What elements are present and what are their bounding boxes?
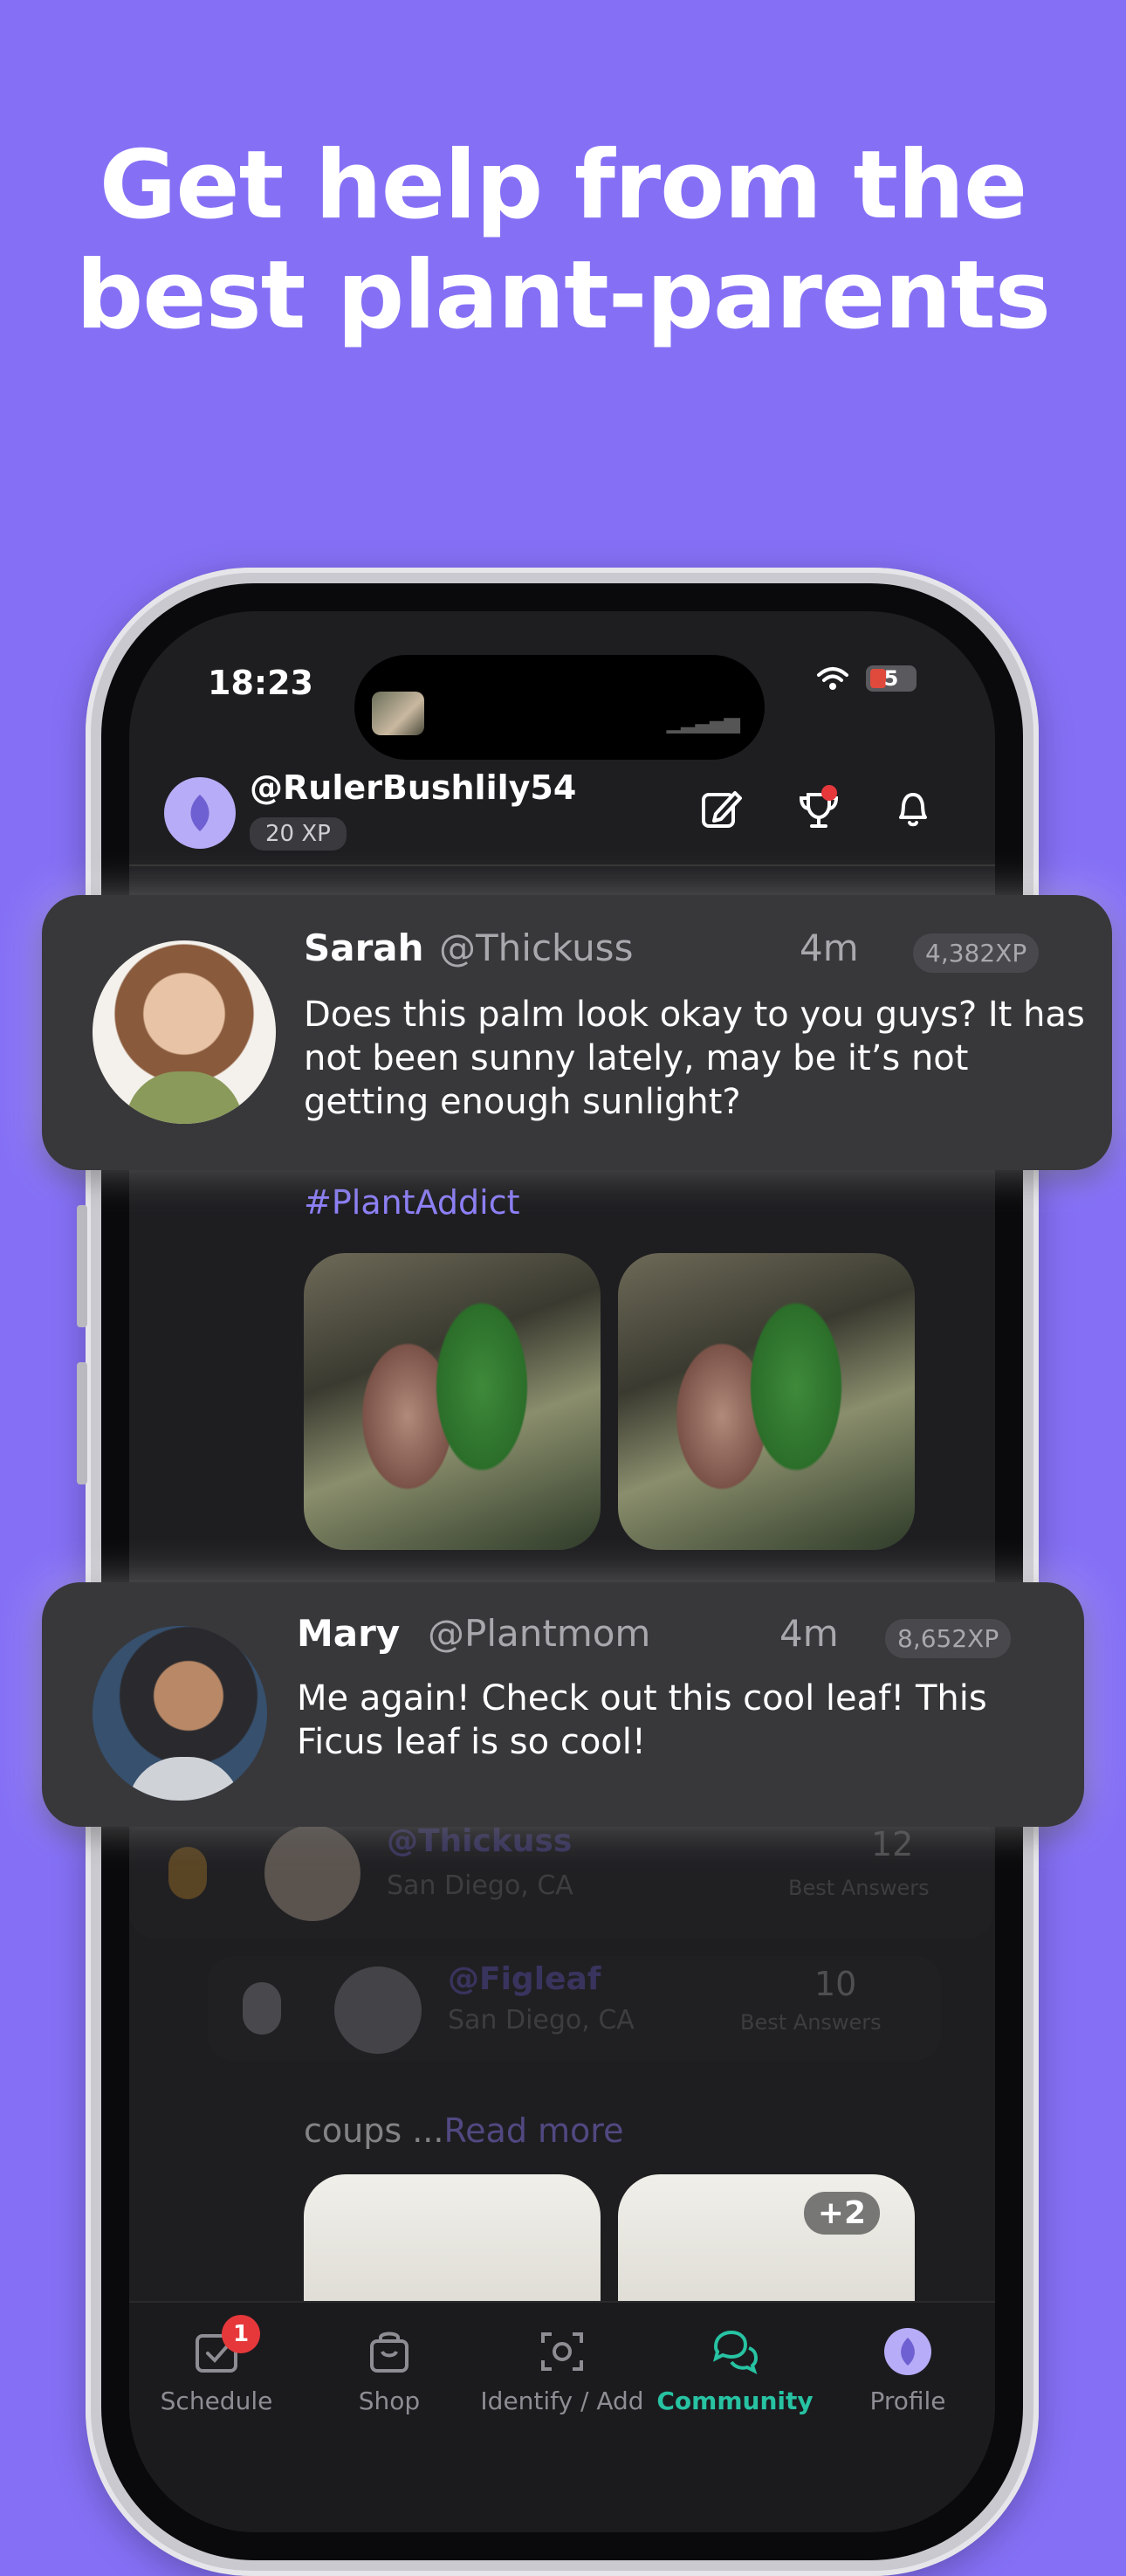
avatar bbox=[334, 1966, 422, 2054]
comment-author-name[interactable]: Sarah bbox=[304, 926, 424, 969]
comment-author-name[interactable]: Mary bbox=[297, 1612, 400, 1655]
post-hashtag[interactable]: #PlantAddict bbox=[304, 1183, 520, 1222]
battery-icon: 5 bbox=[866, 665, 917, 692]
leaderboard-count: 12 bbox=[871, 1825, 914, 1863]
username: @RulerBushlily54 bbox=[250, 768, 577, 807]
audio-wave-icon: ▁▂▃▄▅ bbox=[666, 709, 740, 734]
nav-label: Shop bbox=[358, 2387, 421, 2415]
nav-profile[interactable]: Profile bbox=[820, 2327, 995, 2415]
comment-timestamp: 4m bbox=[800, 926, 859, 969]
avatar[interactable] bbox=[93, 940, 276, 1124]
phone-side-button bbox=[77, 1362, 87, 1484]
post-excerpt: coups ...Read more bbox=[304, 2111, 623, 2150]
post-photo[interactable] bbox=[618, 1253, 915, 1550]
status-icons: 5 bbox=[815, 665, 917, 692]
xp-badge: 8,652XP bbox=[885, 1619, 1012, 1658]
post-excerpt-text: coups ... bbox=[304, 2111, 444, 2150]
comment-author-handle[interactable]: @Thickuss bbox=[439, 926, 633, 969]
comment-text: Does this palm look okay to you guys? It… bbox=[304, 995, 1085, 1122]
silver-medal-icon bbox=[243, 1982, 281, 2035]
leaderboard-location: San Diego, CA bbox=[387, 1870, 573, 1901]
leaderboard-row[interactable]: @Thickuss San Diego, CA 12 Best Answers bbox=[129, 1816, 993, 1939]
post-photo[interactable] bbox=[304, 1253, 601, 1550]
avatar[interactable] bbox=[93, 1626, 267, 1801]
nav-schedule[interactable]: 1 Schedule bbox=[129, 2315, 304, 2415]
chat-bubbles-icon bbox=[713, 2330, 759, 2374]
notification-badge: 1 bbox=[222, 2315, 260, 2353]
leaderboard-count: 10 bbox=[814, 1965, 857, 2003]
leaderboard: @Thickuss San Diego, CA 12 Best Answers … bbox=[129, 1816, 995, 2078]
wifi-icon bbox=[817, 667, 848, 690]
nav-shop[interactable]: Shop bbox=[302, 2327, 477, 2415]
more-photos-badge: +2 bbox=[803, 2192, 880, 2235]
comment-card[interactable]: Sarah @Thickuss 4m 4,382XP Does this pal… bbox=[42, 895, 1112, 1170]
battery-level: 5 bbox=[883, 666, 899, 691]
shopping-bag-icon bbox=[370, 2331, 409, 2373]
comment-text: Me again! Check out this cool leaf! This… bbox=[297, 1678, 987, 1762]
status-time: 18:23 bbox=[208, 664, 313, 702]
compose-icon[interactable] bbox=[697, 784, 745, 833]
headline-line-1: Get help from the bbox=[99, 131, 1028, 240]
leaderboard-label: Best Answers bbox=[740, 2010, 882, 2035]
leaderboard-handle[interactable]: @Figleaf bbox=[448, 1961, 601, 1997]
bottom-nav: 1 Schedule Shop Identify / Add Community… bbox=[129, 2301, 995, 2532]
leaderboard-row[interactable]: @Figleaf San Diego, CA 10 Best Answers bbox=[208, 1956, 941, 2061]
scan-icon bbox=[541, 2332, 583, 2371]
comment-timestamp: 4m bbox=[779, 1612, 839, 1655]
nav-label: Identify / Add bbox=[480, 2387, 644, 2415]
leaf-logo-icon bbox=[190, 795, 209, 831]
nav-community[interactable]: Community bbox=[648, 2327, 822, 2415]
leaderboard-location: San Diego, CA bbox=[448, 2005, 635, 2035]
bell-icon[interactable] bbox=[889, 784, 937, 833]
leaderboard-label: Best Answers bbox=[788, 1876, 930, 1900]
nav-label: Profile bbox=[869, 2387, 946, 2415]
xp-badge: 4,382XP bbox=[913, 933, 1040, 973]
now-playing-thumbnail bbox=[372, 692, 424, 735]
nav-label: Community bbox=[656, 2387, 814, 2415]
read-more-link[interactable]: Read more bbox=[443, 2111, 623, 2150]
leaderboard-handle[interactable]: @Thickuss bbox=[387, 1823, 572, 1859]
trophy-icon[interactable] bbox=[794, 784, 843, 833]
avatar bbox=[264, 1825, 360, 1921]
headline: Get help from the best plant-parents bbox=[0, 131, 1126, 351]
gold-medal-icon bbox=[168, 1847, 207, 1899]
dynamic-island: ▁▂▃▄▅ bbox=[354, 655, 765, 760]
nav-label: Schedule bbox=[160, 2387, 273, 2415]
nav-identify[interactable]: Identify / Add bbox=[475, 2327, 649, 2415]
comment-author-handle[interactable]: @Plantmom bbox=[428, 1612, 650, 1655]
comment-card[interactable]: Mary @Plantmom 4m 8,652XP Me again! Chec… bbox=[42, 1582, 1084, 1827]
profile-leaf-icon bbox=[884, 2328, 931, 2375]
avatar[interactable] bbox=[164, 777, 236, 849]
headline-line-2: best plant-parents bbox=[75, 241, 1051, 350]
xp-badge: 20 XP bbox=[250, 817, 347, 851]
app-header: @RulerBushlily54 20 XP bbox=[129, 751, 995, 866]
phone-side-button bbox=[77, 1205, 87, 1327]
